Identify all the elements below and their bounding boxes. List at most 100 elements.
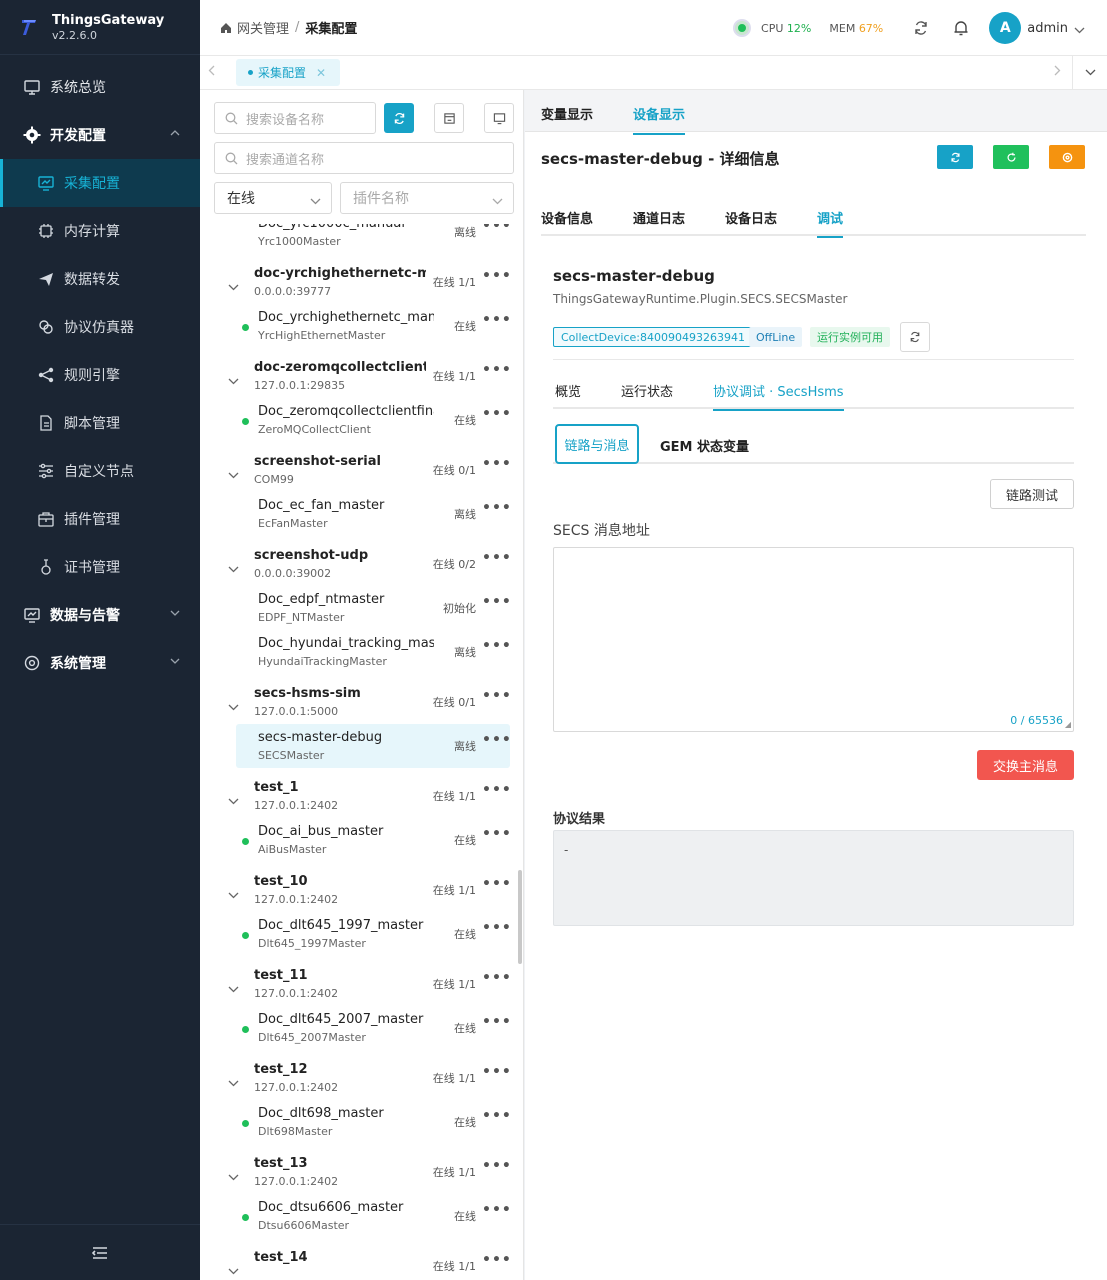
more-icon[interactable]: ••• <box>482 594 510 610</box>
tab-run-status[interactable]: 运行状态 <box>621 381 673 400</box>
chevron-right-icon[interactable] <box>1054 65 1061 79</box>
status-select[interactable]: 在线 <box>214 182 332 214</box>
more-icon[interactable]: ••• <box>482 456 510 472</box>
device-row[interactable]: Doc_dlt698_master Dlt698Master 在线 ••• <box>200 1100 510 1144</box>
chevron-left-icon[interactable] <box>208 65 215 79</box>
sidebar-item-collect-config[interactable]: 采集配置 <box>0 159 200 207</box>
tab-device-info[interactable]: 设备信息 <box>541 208 593 227</box>
channel-row[interactable]: doc-zeromqcollectclientfin... 127.0.0.1:2… <box>200 354 510 398</box>
more-icon[interactable]: ••• <box>482 500 510 516</box>
shop-button[interactable] <box>434 103 464 133</box>
avatar[interactable]: A <box>989 12 1022 44</box>
chevron-down-icon[interactable] <box>228 370 239 389</box>
tab-protocol-debug[interactable]: 协议调试 · SecsHsms <box>713 381 844 411</box>
user-name[interactable]: admin <box>1027 21 1068 36</box>
chevron-down-icon[interactable] <box>228 1072 239 1091</box>
chevron-down-icon[interactable] <box>228 696 239 715</box>
more-icon[interactable]: ••• <box>482 1158 510 1174</box>
device-row[interactable]: Doc_yrc1000c_manual Yrc1000Master 离线 ••• <box>200 224 510 254</box>
sidebar-item-data-alarm[interactable]: 数据与告警 <box>0 591 200 639</box>
search-device-input[interactable]: 搜索设备名称 <box>214 102 376 134</box>
device-row[interactable]: Doc_dlt645_1997_master Dlt645_1997Master 在… <box>200 912 510 956</box>
more-icon[interactable]: ••• <box>482 1064 510 1080</box>
sidebar-item-custom-node[interactable]: 自定义节点 <box>0 447 200 495</box>
device-row[interactable]: Doc_zeromqcollectclientfinal... ZeroMQCol… <box>200 398 510 442</box>
more-icon[interactable]: ••• <box>482 1252 510 1268</box>
chevron-down-icon[interactable] <box>228 464 239 483</box>
sidebar-item-dev-config[interactable]: 开发配置 <box>0 111 200 159</box>
more-icon[interactable]: ••• <box>482 920 510 936</box>
more-icon[interactable]: ••• <box>482 876 510 892</box>
scrollbar[interactable] <box>518 870 522 964</box>
chevron-down-icon[interactable] <box>228 1260 239 1279</box>
more-icon[interactable]: ••• <box>482 550 510 566</box>
sidebar-item-script-mgmt[interactable]: 脚本管理 <box>0 399 200 447</box>
sidebar-item-rule-engine[interactable]: 规则引擎 <box>0 351 200 399</box>
breadcrumb-item[interactable]: 网关管理 <box>237 18 289 37</box>
channel-row[interactable]: test_13 127.0.0.1:2402 在线 1/1 ••• <box>200 1150 510 1194</box>
tab-channel-log[interactable]: 通道日志 <box>633 208 685 227</box>
close-icon[interactable]: ✕ <box>316 66 326 80</box>
tab-collect-config[interactable]: 采集配置 ✕ <box>236 59 340 86</box>
notification-button[interactable] <box>941 19 981 37</box>
chevron-down-icon[interactable] <box>228 884 239 903</box>
exchange-message-button[interactable]: 交换主消息 <box>977 750 1074 780</box>
sidebar-item-cert-mgmt[interactable]: 证书管理 <box>0 543 200 591</box>
refresh-button[interactable] <box>901 20 941 36</box>
device-row[interactable]: secs-master-debug SECSMaster 离线 ••• <box>200 724 510 768</box>
stop-button[interactable] <box>1049 145 1085 169</box>
channel-row[interactable]: screenshot-udp 0.0.0.0:39002 在线 0/2 ••• <box>200 542 510 586</box>
reload-button[interactable] <box>993 145 1029 169</box>
sidebar-item-plugin-mgmt[interactable]: 插件管理 <box>0 495 200 543</box>
more-icon[interactable]: ••• <box>482 362 510 378</box>
channel-row[interactable]: test_11 127.0.0.1:2402 在线 1/1 ••• <box>200 962 510 1006</box>
tab-menu-button[interactable] <box>1072 56 1107 89</box>
chevron-down-icon[interactable] <box>228 276 239 295</box>
tab-gem-status[interactable]: GEM 状态变量 <box>660 436 749 455</box>
more-icon[interactable]: ••• <box>482 224 510 234</box>
collapse-sidebar-button[interactable] <box>0 1224 200 1280</box>
search-channel-input[interactable]: 搜索通道名称 <box>214 142 514 174</box>
restart-button[interactable] <box>937 145 973 169</box>
tab-overview[interactable]: 概览 <box>555 381 581 400</box>
more-icon[interactable]: ••• <box>482 1014 510 1030</box>
device-row[interactable]: Doc_dlt645_2007_master Dlt645_2007Master 在… <box>200 1006 510 1050</box>
chevron-down-icon[interactable] <box>1074 19 1085 38</box>
message-address-textarea[interactable]: 0 / 65536 ◢ <box>553 547 1074 732</box>
device-row[interactable]: Doc_edpf_ntmaster EDPF_NTMaster 初始化 ••• <box>200 586 510 630</box>
more-icon[interactable]: ••• <box>482 970 510 986</box>
device-row[interactable]: Doc_ai_bus_master AiBusMaster 在线 ••• <box>200 818 510 862</box>
channel-row[interactable]: doc-yrchighethernetc-man... 0.0.0.0:39777… <box>200 260 510 304</box>
channel-row[interactable]: test_12 127.0.0.1:2402 在线 1/1 ••• <box>200 1056 510 1100</box>
channel-row[interactable]: secs-hsms-sim 127.0.0.1:5000 在线 0/1 ••• <box>200 680 510 724</box>
sidebar-item-memory-compute[interactable]: 内存计算 <box>0 207 200 255</box>
more-icon[interactable]: ••• <box>482 638 510 654</box>
chevron-down-icon[interactable] <box>228 978 239 997</box>
channel-row[interactable]: test_14 在线 1/1 ••• <box>200 1244 510 1280</box>
tab-device-log[interactable]: 设备日志 <box>725 208 777 227</box>
channel-row[interactable]: screenshot-serial COM99 在线 0/1 ••• <box>200 448 510 492</box>
more-icon[interactable]: ••• <box>482 1108 510 1124</box>
monitor-button[interactable] <box>484 103 514 133</box>
sidebar-item-system-mgmt[interactable]: 系统管理 <box>0 639 200 687</box>
chevron-down-icon[interactable] <box>228 1166 239 1185</box>
resize-handle-icon[interactable]: ◢ <box>1065 720 1071 729</box>
tab-link-message[interactable]: 链路与消息 <box>555 424 639 464</box>
sidebar-item-data-forward[interactable]: 数据转发 <box>0 255 200 303</box>
tab-device-display[interactable]: 设备显示 <box>633 104 686 135</box>
more-icon[interactable]: ••• <box>482 406 510 422</box>
sidebar-item-protocol-sim[interactable]: 协议仿真器 <box>0 303 200 351</box>
chevron-down-icon[interactable] <box>228 558 239 577</box>
device-row[interactable]: Doc_dtsu6606_master Dtsu6606Master 在线 ••• <box>200 1194 510 1238</box>
more-icon[interactable]: ••• <box>482 826 510 842</box>
refresh-status-button[interactable] <box>900 322 930 352</box>
channel-row[interactable]: test_10 127.0.0.1:2402 在线 1/1 ••• <box>200 868 510 912</box>
more-icon[interactable]: ••• <box>482 312 510 328</box>
device-row[interactable]: Doc_ec_fan_master EcFanMaster 离线 ••• <box>200 492 510 536</box>
more-icon[interactable]: ••• <box>482 1202 510 1218</box>
more-icon[interactable]: ••• <box>482 732 510 748</box>
link-test-button[interactable]: 链路测试 <box>990 479 1074 509</box>
more-icon[interactable]: ••• <box>482 688 510 704</box>
more-icon[interactable]: ••• <box>482 268 510 284</box>
device-row[interactable]: Doc_yrchighethernetc_manual YrcHighEthern… <box>200 304 510 348</box>
